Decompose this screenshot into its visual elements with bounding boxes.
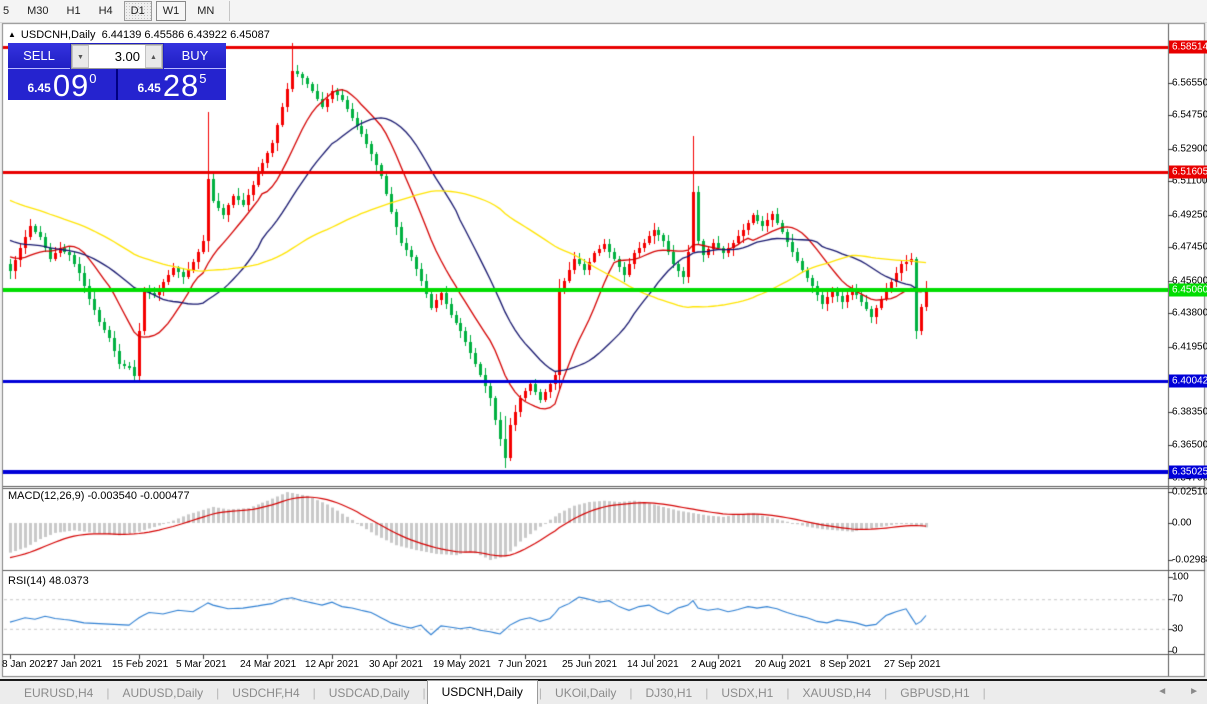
- date-axis-label: 12 Apr 2021: [305, 659, 359, 670]
- tab-separator: |: [982, 686, 987, 700]
- tab-audusd-daily[interactable]: AUDUSD,Daily: [110, 683, 215, 703]
- volume-stepper: ▼ 3.00 ▲: [71, 44, 163, 69]
- macd-axis-label: 0.00: [1172, 518, 1191, 529]
- price-axis-label: 6.43800: [1172, 308, 1207, 319]
- buy-price-big-digits: 28: [163, 72, 199, 99]
- chevron-down-icon: ▼: [77, 54, 84, 61]
- price-axis-label: 6.41950: [1172, 341, 1207, 352]
- macd-axis-label: 0.025108: [1172, 486, 1207, 497]
- date-axis-label: 7 Jun 2021: [498, 659, 548, 670]
- timeframe-toolbar: 5M30H1H4D1W1MN: [0, 0, 1207, 23]
- tab-usdcad-daily[interactable]: USDCAD,Daily: [317, 683, 422, 703]
- timeframe-button-5[interactable]: 5: [0, 1, 16, 21]
- price-level-badge: 6.51605: [1169, 165, 1207, 178]
- tab-usdx-h1[interactable]: USDX,H1: [709, 683, 785, 703]
- toolbar-separator: [229, 1, 230, 21]
- chevron-up-icon: ▲: [150, 54, 157, 61]
- date-axis-label: 20 Aug 2021: [755, 659, 811, 670]
- tab-xauusd-h4[interactable]: XAUUSD,H4: [790, 683, 883, 703]
- volume-input[interactable]: 3.00: [89, 45, 145, 68]
- rsi-axis-label: 30: [1172, 623, 1183, 634]
- chart-symbol-label: USDCNH,Daily: [21, 29, 96, 41]
- rsi-axis-label: 100: [1172, 572, 1189, 583]
- tab-gbpusd-h1[interactable]: GBPUSD,H1: [888, 683, 981, 703]
- date-axis-label: 19 May 2021: [433, 659, 491, 670]
- price-level-badge: 6.45060: [1169, 284, 1207, 297]
- tab-usdchf-h4[interactable]: USDCHF,H4: [220, 683, 311, 703]
- macd-axis-label: -0.02988: [1172, 554, 1207, 565]
- date-axis-label: 30 Apr 2021: [369, 659, 423, 670]
- symbol-tab-bar: EURUSD,H4|AUDUSD,Daily|USDCHF,H4|USDCAD,…: [0, 679, 1207, 704]
- date-axis-label: 15 Feb 2021: [112, 659, 168, 670]
- date-axis-label: 8 Sep 2021: [820, 659, 871, 670]
- buy-price-display[interactable]: 6.45 28 5: [118, 69, 226, 100]
- price-axis-label: 6.47450: [1172, 242, 1207, 253]
- rsi-axis-label: 70: [1172, 594, 1183, 605]
- timeframe-button-m30[interactable]: M30: [20, 1, 55, 21]
- date-axis-label: 8 Jan 2021: [2, 659, 52, 670]
- sell-price-prefix: 6.45: [27, 81, 50, 95]
- timeframe-button-h4[interactable]: H4: [92, 1, 120, 21]
- timeframe-button-mn[interactable]: MN: [190, 1, 221, 21]
- rsi-indicator-label: RSI(14) 48.0373: [8, 575, 89, 587]
- date-axis-label: 2 Aug 2021: [691, 659, 742, 670]
- sell-button[interactable]: SELL: [8, 43, 70, 69]
- date-axis-label: 5 Mar 2021: [176, 659, 227, 670]
- macd-indicator-label: MACD(12,26,9) -0.003540 -0.000477: [8, 490, 190, 502]
- price-axis-label: 6.54750: [1172, 110, 1207, 121]
- date-axis-label: 25 Jun 2021: [562, 659, 617, 670]
- price-axis-label: 6.36500: [1172, 440, 1207, 451]
- volume-decrease-button[interactable]: ▼: [72, 45, 89, 68]
- price-level-badge: 6.35025: [1169, 465, 1207, 478]
- tab-ukoil-daily[interactable]: UKOil,Daily: [543, 683, 628, 703]
- timeframe-button-w1[interactable]: W1: [156, 1, 187, 21]
- rsi-axis-label: 0: [1172, 646, 1178, 657]
- scroll-left-icon[interactable]: ◄: [1157, 686, 1167, 697]
- price-level-badge: 6.40042: [1169, 375, 1207, 388]
- buy-price-pip-digit: 5: [199, 71, 206, 86]
- up-triangle-icon: ▲: [8, 30, 16, 39]
- chart-ohlc-values: 6.44139 6.45586 6.43922 6.45087: [102, 29, 270, 41]
- date-axis-label: 27 Jan 2021: [47, 659, 102, 670]
- timeframe-button-h1[interactable]: H1: [60, 1, 88, 21]
- sell-price-big-digits: 09: [53, 72, 89, 99]
- one-click-trading-panel: SELL ▼ 3.00 ▲ BUY 6.45 09 0 6.45 28 5: [8, 43, 226, 100]
- volume-increase-button[interactable]: ▲: [145, 45, 162, 68]
- sell-price-display[interactable]: 6.45 09 0: [8, 69, 116, 100]
- date-axis-label: 24 Mar 2021: [240, 659, 296, 670]
- sell-price-pip-digit: 0: [89, 71, 96, 86]
- timeframe-button-d1[interactable]: D1: [124, 1, 152, 21]
- buy-button[interactable]: BUY: [164, 43, 226, 69]
- date-axis-label: 14 Jul 2021: [627, 659, 679, 670]
- scroll-right-icon[interactable]: ►: [1189, 686, 1199, 697]
- price-axis-label: 6.52900: [1172, 143, 1207, 154]
- price-axis-label: 6.49250: [1172, 209, 1207, 220]
- date-axis-label: 27 Sep 2021: [884, 659, 941, 670]
- tab-eurusd-h4[interactable]: EURUSD,H4: [12, 683, 105, 703]
- price-axis-label: 6.56550: [1172, 77, 1207, 88]
- tab-scroll-controls: ◄ ►: [1157, 686, 1199, 697]
- tab-usdcnh-daily[interactable]: USDCNH,Daily: [427, 680, 538, 704]
- price-level-badge: 6.58514: [1169, 41, 1207, 54]
- tab-dj30-h1[interactable]: DJ30,H1: [634, 683, 705, 703]
- price-chart-canvas[interactable]: [0, 0, 1207, 704]
- buy-price-prefix: 6.45: [137, 81, 160, 95]
- chart-title: ▲ USDCNH,Daily 6.44139 6.45586 6.43922 6.…: [8, 29, 270, 41]
- price-axis-label: 6.38350: [1172, 406, 1207, 417]
